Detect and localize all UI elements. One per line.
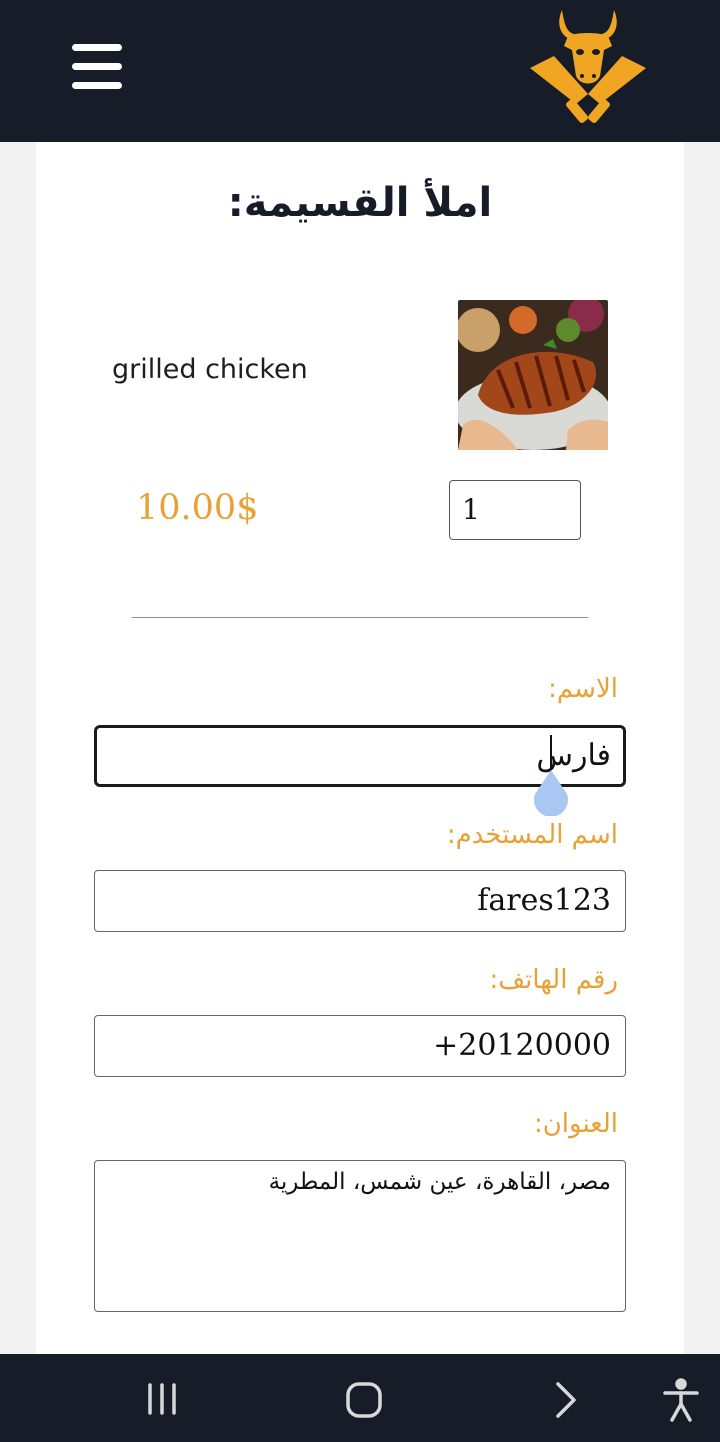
home-icon[interactable] bbox=[340, 1376, 388, 1424]
address-textarea[interactable]: مصر، القاهرة، عين شمس، المطرية bbox=[94, 1160, 626, 1312]
accessibility-icon[interactable] bbox=[657, 1376, 705, 1424]
page-title: املأ القسيمة: bbox=[227, 180, 493, 226]
food-name: grilled chicken bbox=[112, 354, 308, 385]
top-app-bar bbox=[0, 0, 720, 142]
username-field[interactable]: fares123 bbox=[94, 870, 626, 932]
quantity-input[interactable]: 1 bbox=[449, 480, 581, 540]
recents-icon[interactable] bbox=[139, 1376, 187, 1424]
back-chevron-icon[interactable] bbox=[542, 1376, 590, 1424]
phone-label: رقم الهاتف: bbox=[489, 965, 618, 995]
divider bbox=[132, 617, 588, 618]
phone-value: +20120000 bbox=[433, 1028, 611, 1063]
bull-cleavers-logo-icon[interactable] bbox=[528, 6, 648, 130]
text-caret bbox=[550, 735, 552, 769]
cursor-handle-icon[interactable] bbox=[532, 770, 570, 816]
order-form-card: املأ القسيمة: grilled chicken 1 10.00$ ا bbox=[36, 142, 684, 1354]
name-label: الاسم: bbox=[548, 674, 618, 704]
system-navigation-bar bbox=[0, 1354, 720, 1442]
item-price: 10.00$ bbox=[136, 488, 259, 528]
food-image bbox=[458, 300, 608, 450]
phone-field[interactable]: +20120000 bbox=[94, 1015, 626, 1077]
hamburger-menu-icon[interactable] bbox=[72, 44, 122, 89]
username-label: اسم المستخدم: bbox=[446, 820, 618, 850]
address-label: العنوان: bbox=[533, 1109, 618, 1139]
